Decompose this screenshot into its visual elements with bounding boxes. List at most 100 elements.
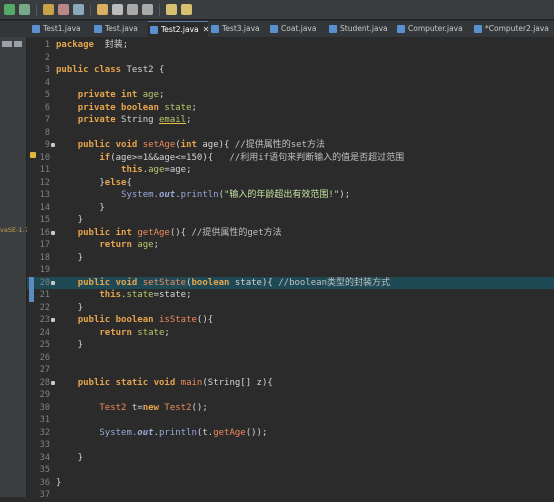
line-number: 29 <box>39 390 50 400</box>
line-number: 19 <box>39 265 50 275</box>
editor-tab[interactable]: Computer.java <box>395 21 470 37</box>
code-line[interactable]: 5 private int age; <box>27 89 554 102</box>
save-icon[interactable] <box>58 4 69 15</box>
run-icon[interactable] <box>4 4 15 15</box>
line-number: 17 <box>39 240 50 250</box>
line-number: 26 <box>39 352 50 363</box>
code-line[interactable]: 1 package 封装; <box>27 39 554 52</box>
code-line[interactable]: 6 private boolean state; <box>27 102 554 115</box>
java-file-icon <box>211 25 219 33</box>
code-line[interactable]: 27 <box>27 364 554 377</box>
code-text: public void setAge(int age){ //提供属性的set方… <box>77 140 325 150</box>
editor-tab[interactable]: Coat.java <box>268 21 325 37</box>
code-text: } <box>56 452 84 463</box>
fold-marker-icon[interactable] <box>51 280 55 285</box>
code-line[interactable]: 19 <box>27 264 554 277</box>
code-text: } <box>56 340 84 350</box>
line-number: 13 <box>39 190 50 200</box>
editor-tab[interactable]: Test3.java <box>209 21 267 37</box>
code-text: public int getAge(){ //提供属性的get方法 <box>77 227 282 238</box>
code-line[interactable]: 11 this.age=age; <box>27 164 554 177</box>
java-file-icon <box>270 25 278 33</box>
line-number: 6 <box>44 102 50 113</box>
editor-tab[interactable]: *Computer2.java <box>472 21 554 37</box>
code-line[interactable]: 35 <box>27 464 554 477</box>
change-marker <box>29 276 34 302</box>
code-line[interactable]: 24 return state; <box>27 327 554 340</box>
code-line[interactable]: 16 public int getAge(){ //提供属性的get方法 <box>27 227 554 240</box>
package-explorer-strip: vaSE-1.7 <box>0 37 29 497</box>
code-line[interactable]: 20 public void setState(boolean state){ … <box>27 276 554 289</box>
forward-icon[interactable] <box>181 4 192 15</box>
java-file-icon <box>329 25 337 33</box>
code-line[interactable]: 28 public static void main(String[] z){ <box>27 377 554 390</box>
code-line[interactable]: 26 <box>27 352 554 365</box>
code-line[interactable]: 14 } <box>27 202 554 215</box>
line-number: 12 <box>39 177 50 188</box>
tab-label: Test1.java <box>43 24 81 33</box>
code-line[interactable]: 13 System.out.println("输入的年龄超出有效范围!"); <box>27 189 554 202</box>
code-line[interactable]: 3 public class Test2 { <box>27 64 554 77</box>
code-line[interactable]: 10 if(age>=1&&age<=150){ //利用if语句来判断输入的值… <box>27 152 554 165</box>
line-number: 7 <box>44 115 50 125</box>
java-file-icon <box>150 26 158 34</box>
code-line[interactable]: 2 <box>27 52 554 65</box>
code-line[interactable]: 30 Test2 t=new Test2(); <box>27 402 554 415</box>
code-line[interactable]: 33 <box>27 439 554 452</box>
code-text: } <box>56 252 84 263</box>
prev-icon[interactable] <box>127 4 138 15</box>
code-line[interactable]: 23 public boolean isState(){ <box>27 314 554 327</box>
line-number: 30 <box>39 402 50 413</box>
maximize-icon[interactable] <box>14 41 22 47</box>
java-file-icon <box>94 25 102 33</box>
code-line[interactable]: 9 public void setAge(int age){ //提供属性的se… <box>27 139 554 152</box>
editor-tab[interactable]: Student.java <box>327 21 393 37</box>
code-line[interactable]: 37 <box>27 489 554 502</box>
fold-marker-icon[interactable] <box>51 380 55 385</box>
line-number: 2 <box>44 52 50 63</box>
search-icon[interactable] <box>97 4 108 15</box>
editor-tab[interactable]: Test1.java <box>30 21 90 37</box>
code-line[interactable]: 36} <box>27 477 554 490</box>
line-number: 18 <box>39 252 50 263</box>
minimize-icon[interactable] <box>2 41 12 47</box>
editor-tab[interactable]: Test2.java ✕ <box>148 21 209 37</box>
build-icon[interactable] <box>73 4 84 15</box>
code-line[interactable]: 17 return age; <box>27 239 554 252</box>
line-number: 23 <box>39 315 50 325</box>
next-icon[interactable] <box>142 4 153 15</box>
code-line[interactable]: 25 } <box>27 339 554 352</box>
code-text: this.state=state; <box>99 290 192 300</box>
code-line[interactable]: 32 System.out.println(t.getAge()); <box>27 427 554 440</box>
fold-marker-icon[interactable] <box>51 318 55 322</box>
code-line[interactable]: 12 }else{ <box>27 177 554 190</box>
line-number: 37 <box>39 490 50 500</box>
code-line[interactable]: 21 this.state=state; <box>27 289 554 302</box>
editor-tab[interactable]: Test.java <box>92 21 146 37</box>
back-icon[interactable] <box>166 4 177 15</box>
line-number: 32 <box>39 427 50 438</box>
fold-marker-icon[interactable] <box>51 143 55 147</box>
code-line[interactable]: 22 } <box>27 302 554 315</box>
code-line[interactable]: 15 } <box>27 214 554 227</box>
toolbar-separator <box>36 3 37 16</box>
fold-marker-icon[interactable] <box>51 230 55 235</box>
open-type-icon[interactable] <box>112 4 123 15</box>
code-editor[interactable]: 1 package 封装; 2 3 public class Test2 {4 5 pri… <box>27 37 554 500</box>
line-number: 1 <box>44 40 50 50</box>
toolbar-separator <box>159 3 160 16</box>
code-line[interactable]: 31 <box>27 414 554 427</box>
code-line[interactable]: 18 } <box>27 252 554 265</box>
tab-label: Test2.java <box>161 25 199 34</box>
code-line[interactable]: 4 <box>27 77 554 90</box>
code-line[interactable]: 7 private String email; <box>27 114 554 127</box>
new-icon[interactable] <box>43 4 54 15</box>
code-text: this.age=age; <box>121 165 192 175</box>
line-number: 25 <box>39 340 50 350</box>
debug-icon[interactable] <box>19 4 30 15</box>
line-number: 36 <box>39 477 50 488</box>
code-line[interactable]: 8 <box>27 127 554 140</box>
code-line[interactable]: 29 <box>27 389 554 402</box>
code-line[interactable]: 34 } <box>27 452 554 465</box>
line-number: 31 <box>39 415 50 425</box>
